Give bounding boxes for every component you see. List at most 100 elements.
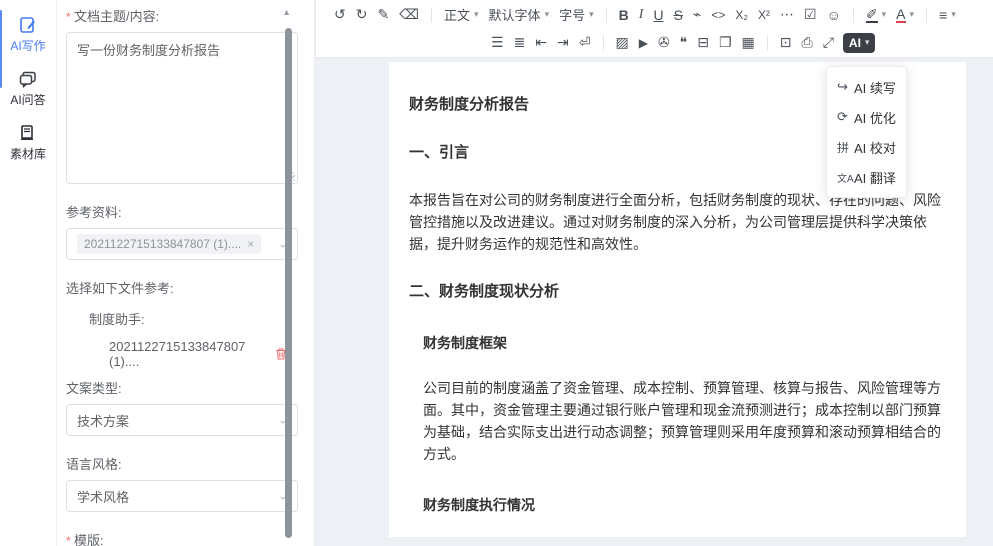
horizontal-line-button[interactable]: ⋯ bbox=[775, 4, 799, 26]
task-list-button[interactable]: ☑ bbox=[799, 4, 822, 26]
blockquote-button[interactable]: ❝ bbox=[675, 32, 693, 54]
clear-format-button[interactable]: ⌫ bbox=[394, 4, 424, 26]
ai-continue-icon: ↪ bbox=[837, 79, 854, 95]
document-block: 财务制度框架 bbox=[423, 310, 953, 354]
font-color-button[interactable]: A ▾ bbox=[891, 4, 919, 26]
ai-proofread-icon: 拼 bbox=[837, 139, 854, 156]
line-break-button[interactable]: ⏎ bbox=[574, 32, 596, 54]
indent-button[interactable]: ⇥ bbox=[552, 32, 574, 54]
bullet-list-button[interactable]: ☰ bbox=[486, 32, 509, 54]
editor-content-area: 财务制度分析报告 一、引言 本报告旨在对公司的财务制度进行全面分析，包括财务制度… bbox=[316, 58, 993, 546]
document-block: 财务制度执行情况 bbox=[423, 472, 953, 516]
app-window: AI写作 AI问答 素材库 文档主题/内容: 写一份财务制度分析报告 参考资料:… bbox=[0, 0, 993, 546]
print-button[interactable]: ⎙ bbox=[797, 32, 818, 54]
copy-type-label: 文案类型: bbox=[66, 378, 288, 397]
nav-item-label: AI写作 bbox=[10, 37, 45, 54]
ai-translate-icon: 文A bbox=[837, 170, 854, 185]
underline-button[interactable]: U bbox=[648, 4, 668, 26]
ai-optimize-icon: ⟳ bbox=[837, 109, 854, 125]
italic-button[interactable]: I bbox=[634, 4, 649, 26]
menu-item-label: AI 优化 bbox=[854, 108, 896, 127]
toolbar-divider bbox=[431, 7, 432, 23]
attachment-button[interactable]: ✇ bbox=[653, 32, 675, 54]
menu-item-ai-continue[interactable]: ↪ AI 续写 bbox=[827, 72, 906, 102]
inline-code-button[interactable]: <> bbox=[706, 4, 730, 26]
align-button[interactable]: ≡ ▾ bbox=[934, 4, 961, 26]
nav-active-indicator bbox=[0, 10, 2, 88]
reference-file-tag-text: 2021122715133847807 (1).... bbox=[84, 237, 241, 251]
menu-item-ai-optimize[interactable]: ⟳ AI 优化 bbox=[827, 102, 906, 132]
embed-button[interactable]: ⊡ bbox=[775, 32, 797, 54]
strikethrough-button[interactable]: S bbox=[669, 4, 688, 26]
reference-select[interactable]: 2021122715133847807 (1).... × ⌄ bbox=[66, 228, 298, 260]
menu-item-label: AI 翻译 bbox=[854, 168, 896, 187]
nav-item-ai-writing[interactable]: AI写作 bbox=[0, 16, 56, 54]
image-button[interactable]: ▨ bbox=[611, 32, 634, 54]
ai-menu-button[interactable]: AI ▾ bbox=[843, 33, 876, 53]
scrollbar-up-arrow[interactable]: ▲ bbox=[282, 7, 291, 17]
format-painter-button[interactable]: ✎ bbox=[372, 4, 394, 26]
topic-textarea[interactable]: 写一份财务制度分析报告 bbox=[66, 32, 298, 184]
document-block: 公司目前的制度涵盖了资金管理、成本控制、预算管理、核算与报告、风险管理等方面。其… bbox=[423, 355, 953, 465]
template-label: 模版: bbox=[66, 530, 288, 546]
reference-label: 参考资料: bbox=[66, 202, 288, 221]
highlight-color-button[interactable]: ✐ ▾ bbox=[861, 4, 891, 26]
tag-remove-icon[interactable]: × bbox=[247, 237, 254, 251]
subscript-button[interactable]: X₂ bbox=[730, 4, 753, 26]
toolbar-divider bbox=[606, 7, 607, 23]
bold-button[interactable]: B bbox=[614, 4, 634, 26]
divider-block-button[interactable]: ⊟ bbox=[692, 32, 714, 54]
ordered-list-button[interactable]: ≣ bbox=[509, 32, 531, 54]
document-block: 根据2023年前三季度的财务数据，公司整体财务制度执行情况良好，但存在以下问题： bbox=[423, 517, 953, 537]
topic-value: 写一份财务制度分析报告 bbox=[77, 43, 220, 58]
panel-scrollbar-thumb[interactable] bbox=[285, 28, 292, 538]
fullscreen-button[interactable]: ⤢ bbox=[818, 32, 839, 54]
editor-toolbar: ↺ ↻ ✎ bbox=[316, 0, 993, 58]
rich-text-editor: ↺ ↻ ✎ bbox=[315, 0, 993, 546]
nav-item-ai-qa[interactable]: AI问答 bbox=[0, 70, 56, 108]
menu-item-label: AI 校对 bbox=[854, 138, 896, 157]
copy-type-value: 技术方案 bbox=[77, 411, 129, 430]
menu-item-ai-translate[interactable]: 文A AI 翻译 bbox=[827, 162, 906, 192]
document-block: 二、财务制度现状分析 bbox=[409, 259, 953, 303]
menu-item-ai-proofread[interactable]: 拼 AI 校对 bbox=[827, 132, 906, 162]
style-label: 语言风格: bbox=[66, 454, 288, 473]
superscript-button[interactable]: X² bbox=[753, 4, 775, 26]
topic-label: 文档主题/内容: bbox=[66, 6, 288, 25]
outdent-button[interactable]: ⇤ bbox=[530, 32, 552, 54]
selected-file-name: 2021122715133847807 (1).... bbox=[109, 339, 260, 369]
style-select[interactable]: 学术风格 ⌄ bbox=[66, 480, 298, 512]
emoji-button[interactable]: ☺ bbox=[822, 4, 846, 26]
table-button[interactable]: ▦ bbox=[737, 32, 760, 54]
toolbar-divider bbox=[767, 35, 768, 51]
redo-button[interactable]: ↻ bbox=[351, 4, 373, 26]
ai-writing-icon bbox=[19, 16, 37, 34]
toolbar-divider bbox=[853, 7, 854, 23]
code-block-button[interactable]: ❐ bbox=[714, 32, 737, 54]
undo-button[interactable]: ↺ bbox=[329, 4, 351, 26]
link-button[interactable]: ⌁ bbox=[688, 4, 706, 26]
toolbar-divider bbox=[603, 35, 604, 51]
selected-file-row: 2021122715133847807 (1).... bbox=[109, 339, 288, 369]
copy-type-select[interactable]: 技术方案 ⌄ bbox=[66, 404, 298, 436]
toolbar-row-1: ↺ ↻ ✎ bbox=[316, 0, 993, 29]
menu-item-label: AI 续写 bbox=[854, 78, 896, 97]
paragraph-style-select[interactable]: 正文 ▾ bbox=[439, 4, 484, 26]
chat-icon bbox=[19, 70, 37, 88]
left-nav: AI写作 AI问答 素材库 bbox=[0, 0, 57, 546]
ai-writing-form-panel: 文档主题/内容: 写一份财务制度分析报告 参考资料: 2021122715133… bbox=[57, 0, 315, 546]
style-value: 学术风格 bbox=[77, 487, 129, 506]
video-button[interactable]: ▶ bbox=[634, 32, 653, 54]
reference-file-tag: 2021122715133847807 (1).... × bbox=[77, 234, 261, 254]
file-select-label: 选择如下文件参考: bbox=[66, 278, 288, 297]
library-icon bbox=[19, 124, 37, 142]
nav-item-label: 素材库 bbox=[10, 145, 46, 162]
nav-item-material-library[interactable]: 素材库 bbox=[0, 124, 56, 162]
font-size-select[interactable]: 字号 ▾ bbox=[554, 4, 599, 26]
font-family-select[interactable]: 默认字体 ▾ bbox=[484, 4, 555, 26]
ai-dropdown-menu: ↪ AI 续写 ⟳ AI 优化 拼 AI 校对 文A AI 翻译 bbox=[826, 66, 907, 198]
toolbar-divider bbox=[926, 7, 927, 23]
nav-item-label: AI问答 bbox=[10, 91, 45, 108]
toolbar-row-2: ☰ ≣ ⇤ bbox=[316, 29, 993, 56]
assistant-label: 制度助手: bbox=[89, 309, 288, 328]
